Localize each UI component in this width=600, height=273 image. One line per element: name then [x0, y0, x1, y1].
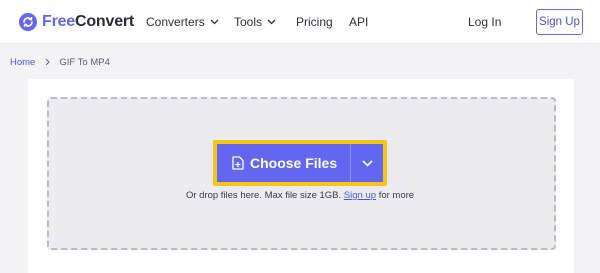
chevron-down-icon [210, 19, 219, 25]
breadcrumb-home-link[interactable]: Home [10, 57, 35, 68]
choose-files-button-group: Choose Files [213, 140, 387, 186]
nav-converters-label: Converters [146, 15, 205, 29]
file-plus-icon [232, 156, 244, 170]
brand-name-part1: Free [42, 13, 75, 30]
nav-api[interactable]: API [349, 13, 368, 31]
nav-converters[interactable]: Converters [146, 13, 219, 31]
upload-hint-text: Or drop files here. Max file size 1GB. [185, 190, 342, 201]
chevron-down-icon [361, 159, 373, 167]
upload-source-dropdown[interactable] [351, 144, 383, 182]
choose-files-button[interactable]: Choose Files [217, 144, 350, 182]
login-link[interactable]: Log In [468, 13, 501, 31]
breadcrumb: Home GIF To MP4 [10, 55, 110, 69]
nav-pricing-label: Pricing [296, 15, 333, 29]
chevron-right-icon [45, 58, 51, 66]
choose-files-label: Choose Files [250, 155, 338, 171]
upload-hint: Or drop files here. Max file size 1GB. S… [0, 190, 600, 201]
brand-name-part2: Convert [75, 13, 135, 30]
breadcrumb-current: GIF To MP4 [59, 56, 110, 68]
brand-logo[interactable]: FreeConvert [19, 12, 134, 32]
signup-button[interactable]: Sign Up [536, 9, 583, 35]
top-navbar: FreeConvert Converters Tools Pricing API… [0, 0, 600, 44]
logo-icon [19, 13, 37, 31]
nav-pricing[interactable]: Pricing [296, 13, 333, 31]
upload-hint-suffix: for more [378, 190, 415, 201]
brand-name: FreeConvert [42, 13, 134, 31]
nav-tools[interactable]: Tools [234, 13, 276, 31]
chevron-down-icon [267, 19, 276, 25]
nav-tools-label: Tools [234, 15, 263, 29]
nav-api-label: API [349, 15, 369, 29]
signup-link[interactable]: Sign up [344, 190, 376, 201]
